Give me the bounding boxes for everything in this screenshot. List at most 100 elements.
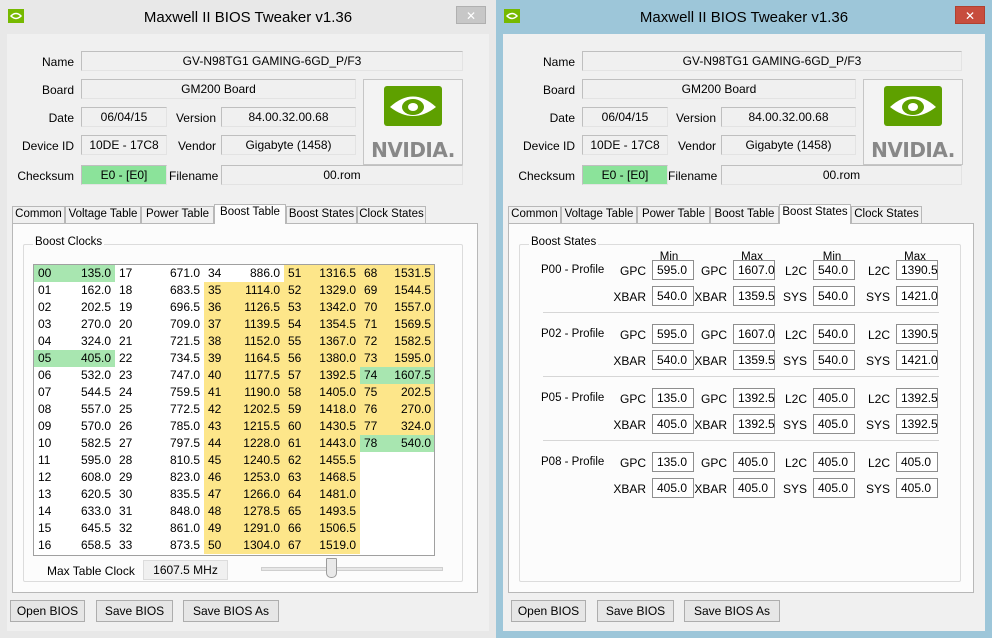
tab-boost-table[interactable]: Boost Table [214,204,286,224]
boost-clock-value[interactable]: 1430.5 [310,418,360,435]
gpc-min-input[interactable]: 135.0 [652,388,694,408]
boost-clock-value[interactable]: 886.0 [227,265,284,282]
boost-clock-value[interactable]: 557.0 [57,401,115,418]
boost-clock-value[interactable]: 683.5 [141,282,204,299]
boost-clock-value[interactable]: 1468.5 [310,469,360,486]
xbar-min-input[interactable]: 405.0 [652,478,694,498]
boost-clock-value[interactable]: 671.0 [141,265,204,282]
title-bar[interactable]: Maxwell II BIOS Tweaker v1.36 ✕ [0,0,496,34]
sys-max-input[interactable]: 1392.5 [896,414,938,434]
boost-clock-value[interactable]: 721.5 [141,333,204,350]
slider-thumb[interactable] [326,558,337,578]
boost-clock-value[interactable]: 324.0 [385,418,434,435]
boost-clock-value[interactable]: 532.0 [57,367,115,384]
boost-clock-value[interactable]: 810.5 [141,452,204,469]
boost-clock-value[interactable]: 1329.0 [310,282,360,299]
boost-clock-value[interactable]: 544.5 [57,384,115,401]
xbar-max-input[interactable]: 1359.5 [733,350,775,370]
boost-clock-value[interactable]: 747.0 [141,367,204,384]
tab-boost-table[interactable]: Boost Table [710,206,779,223]
boost-clock-value[interactable]: 270.0 [385,401,434,418]
boost-clock-value[interactable] [385,469,434,486]
save-bios-button[interactable]: Save BIOS [597,600,674,622]
save-bios-as-button[interactable]: Save BIOS As [684,600,780,622]
gpc-max-input[interactable]: 1392.5 [733,388,775,408]
boost-clock-value[interactable]: 1544.5 [385,282,434,299]
boost-clock-value[interactable]: 1354.5 [310,316,360,333]
tab-boost-states[interactable]: Boost States [779,204,851,224]
boost-clock-value[interactable]: 1455.5 [310,452,360,469]
xbar-min-input[interactable]: 405.0 [652,414,694,434]
boost-clock-value[interactable]: 1304.0 [227,537,284,554]
boost-clock-value[interactable] [385,486,434,503]
boost-clock-value[interactable]: 1202.5 [227,401,284,418]
boost-clock-value[interactable]: 1405.0 [310,384,360,401]
boost-clock-value[interactable]: 1418.0 [310,401,360,418]
l2c-min-input[interactable]: 405.0 [813,388,855,408]
boost-clock-value[interactable]: 1177.5 [227,367,284,384]
boost-clock-value[interactable]: 645.5 [57,520,115,537]
boost-clock-value[interactable]: 1493.5 [310,503,360,520]
l2c-min-input[interactable]: 540.0 [813,260,855,280]
boost-clock-value[interactable]: 270.0 [57,316,115,333]
boost-clock-value[interactable]: 873.5 [141,537,204,554]
gpc-min-input[interactable]: 135.0 [652,452,694,472]
boost-clock-value[interactable]: 633.0 [57,503,115,520]
open-bios-button[interactable]: Open BIOS [10,600,85,622]
boost-clock-value[interactable]: 1595.0 [385,350,434,367]
boost-clock-value[interactable] [385,452,434,469]
boost-clock-value[interactable]: 1215.5 [227,418,284,435]
boost-clock-value[interactable]: 324.0 [57,333,115,350]
boost-clock-value[interactable]: 797.5 [141,435,204,452]
boost-clock-value[interactable]: 135.0 [57,265,115,282]
boost-clock-value[interactable]: 1291.0 [227,520,284,537]
boost-clock-value[interactable]: 861.0 [141,520,204,537]
boost-clock-value[interactable]: 1443.0 [310,435,360,452]
boost-clock-value[interactable]: 1152.0 [227,333,284,350]
boost-clock-value[interactable]: 1164.5 [227,350,284,367]
boost-clock-value[interactable]: 1557.0 [385,299,434,316]
gpc-min-input[interactable]: 595.0 [652,260,694,280]
boost-clock-value[interactable]: 202.5 [57,299,115,316]
l2c-min-input[interactable]: 540.0 [813,324,855,344]
l2c-max-input[interactable]: 1390.5 [896,324,938,344]
boost-clock-value[interactable]: 823.0 [141,469,204,486]
boost-clock-value[interactable]: 1367.0 [310,333,360,350]
boost-clock-value[interactable]: 709.0 [141,316,204,333]
sys-min-input[interactable]: 540.0 [813,350,855,370]
boost-clock-value[interactable]: 1190.0 [227,384,284,401]
boost-clock-value[interactable]: 202.5 [385,384,434,401]
boost-clock-value[interactable] [385,503,434,520]
close-button[interactable]: ✕ [955,6,985,24]
tab-power-table[interactable]: Power Table [141,206,214,223]
l2c-min-input[interactable]: 405.0 [813,452,855,472]
tab-clock-states[interactable]: Clock States [851,206,922,223]
gpc-max-input[interactable]: 1607.0 [733,324,775,344]
sys-max-input[interactable]: 1421.0 [896,350,938,370]
boost-clock-value[interactable]: 772.5 [141,401,204,418]
boost-clock-value[interactable]: 570.0 [57,418,115,435]
save-bios-button[interactable]: Save BIOS [96,600,173,622]
boost-clock-value[interactable]: 1253.0 [227,469,284,486]
tab-common[interactable]: Common [508,206,561,223]
boost-clock-value[interactable]: 1114.0 [227,282,284,299]
table-slider[interactable] [261,558,443,580]
sys-max-input[interactable]: 1421.0 [896,286,938,306]
sys-max-input[interactable]: 405.0 [896,478,938,498]
boost-clock-value[interactable]: 785.0 [141,418,204,435]
boost-clock-value[interactable]: 1240.5 [227,452,284,469]
xbar-min-input[interactable]: 540.0 [652,350,694,370]
boost-clock-value[interactable]: 582.5 [57,435,115,452]
boost-clock-value[interactable]: 1380.0 [310,350,360,367]
boost-clock-value[interactable]: 1506.5 [310,520,360,537]
tab-common[interactable]: Common [12,206,65,223]
save-bios-as-button[interactable]: Save BIOS As [183,600,279,622]
gpc-min-input[interactable]: 595.0 [652,324,694,344]
l2c-max-input[interactable]: 405.0 [896,452,938,472]
gpc-max-input[interactable]: 405.0 [733,452,775,472]
boost-clock-value[interactable]: 1316.5 [310,265,360,282]
boost-clock-value[interactable]: 1278.5 [227,503,284,520]
boost-clock-value[interactable]: 1582.5 [385,333,434,350]
boost-clock-value[interactable]: 1139.5 [227,316,284,333]
boost-clock-value[interactable]: 835.5 [141,486,204,503]
